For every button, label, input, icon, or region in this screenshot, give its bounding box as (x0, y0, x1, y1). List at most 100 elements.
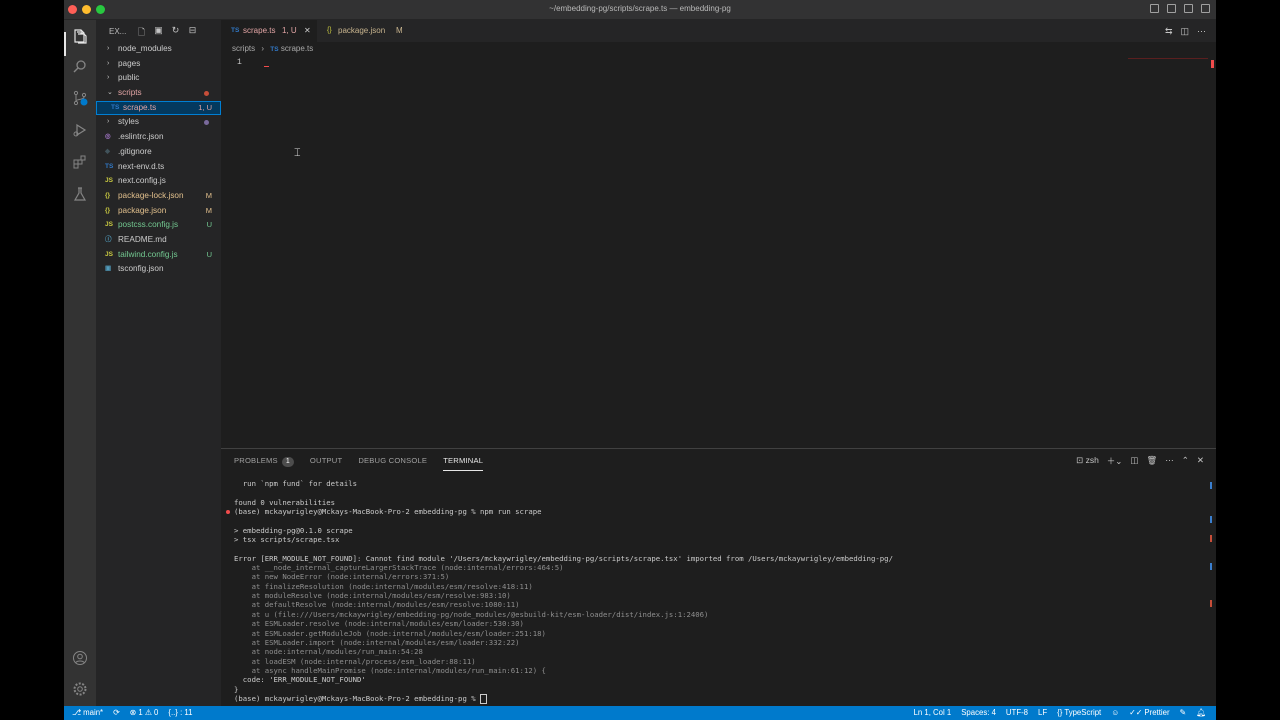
kill-terminal-icon[interactable]: 🗑 (1146, 455, 1157, 467)
prettier-status[interactable]: ✓✓ Prettier (1129, 706, 1169, 720)
breadcrumb-folder[interactable]: scripts (232, 44, 255, 53)
file-tree-item[interactable]: ⌄ scripts (96, 86, 221, 101)
file-tree-item[interactable]: ◎ .eslintrc.json (96, 130, 221, 145)
testing-icon[interactable] (72, 186, 88, 202)
file-tree-item[interactable]: ▣ tsconfig.json (96, 262, 221, 277)
collapse-all-icon[interactable]: ⊟ (187, 25, 198, 41)
run-debug-icon[interactable] (72, 122, 88, 138)
title-bar: ~/embedding-pg/scripts/scrape.ts — embed… (64, 0, 1216, 20)
tab-problems[interactable]: PROBLEMS 1 (234, 456, 294, 471)
tab-status: 1, U (282, 26, 297, 35)
breadcrumb-file[interactable]: scrape.ts (281, 44, 313, 53)
breadcrumb: scripts › TS scrape.ts (232, 44, 313, 53)
file-tree-item[interactable]: › node_modules (96, 42, 221, 57)
cursor-position[interactable]: Ln 1, Col 1 (914, 706, 952, 720)
file-tree-item[interactable]: ⓘ README.md (96, 233, 221, 248)
sync-icon[interactable]: ⟳ (113, 706, 120, 720)
file-tree-item[interactable]: {} package.json M (96, 204, 221, 219)
terminal-line: at finalizeResolution (node:internal/mod… (234, 581, 533, 591)
error-squiggle (264, 64, 269, 67)
branch-name: main* (83, 708, 104, 717)
feedback-icon[interactable]: ✎ (1180, 706, 1187, 720)
git-status-badge: U (206, 249, 212, 259)
file-tree-item[interactable]: › pages (96, 57, 221, 72)
chevron-right-icon: › (261, 44, 265, 53)
close-tab-icon[interactable]: ✕ (304, 20, 311, 42)
more-actions-icon[interactable]: ⋯ (1197, 26, 1206, 37)
notifications-bell-icon[interactable]: 🔔︎ (1196, 706, 1206, 720)
file-tree-item[interactable]: JS next.config.js (96, 174, 221, 189)
problems-indicator[interactable]: ⊗ 1 ⚠ 0 (130, 706, 159, 720)
file-tree-item[interactable]: JS postcss.config.js U (96, 218, 221, 233)
file-tree-label: styles (118, 117, 139, 127)
git-file-icon: ◆ (105, 147, 110, 155)
eslint-file-icon: ◎ (105, 133, 111, 141)
copilot-icon[interactable]: ☺ (1111, 706, 1119, 720)
terminal-line: found 0 vulnerabilities (234, 497, 336, 507)
tab-terminal[interactable]: TERMINAL (443, 456, 484, 471)
customize-layout-icon[interactable] (1201, 4, 1210, 13)
chevron-right-icon: › (107, 45, 110, 52)
split-editor-icon[interactable]: ◫ (1180, 26, 1189, 37)
json-file-icon: {} (105, 206, 111, 214)
toggle-panel-icon[interactable] (1167, 4, 1176, 13)
toggle-secondary-sidebar-icon[interactable] (1184, 4, 1193, 13)
braces-indicator[interactable]: {..} : 11 (168, 706, 192, 720)
md-file-icon: ⓘ (105, 235, 112, 243)
open-changes-icon[interactable]: ⇆ (1165, 26, 1173, 37)
new-terminal-icon[interactable]: ＋⌄ (1107, 455, 1123, 467)
tab-package-json[interactable]: {} package.json M (317, 20, 413, 42)
terminal-line: at new NodeError (node:internal/errors:3… (234, 572, 450, 582)
file-tree-item[interactable]: › public (96, 71, 221, 86)
maximize-panel-icon[interactable]: ⌃ (1182, 455, 1189, 467)
terminal-output[interactable]: run `npm fund` for details found 0 vulner… (226, 479, 1209, 704)
account-icon[interactable] (72, 650, 88, 666)
terminal-line: at node:internal/modules/run_main:54:28 (234, 647, 423, 657)
tab-debug-console[interactable]: DEBUG CONSOLE (358, 456, 427, 471)
search-icon[interactable] (72, 58, 88, 74)
settings-gear-icon[interactable] (72, 681, 88, 697)
file-tree-item[interactable]: {} package-lock.json M (96, 189, 221, 204)
chevron-down-icon: ⌄ (107, 89, 113, 97)
terminal-shell-selector[interactable]: ⊡ zsh (1076, 455, 1099, 467)
branch-indicator[interactable]: ⎇ main* (72, 706, 103, 720)
tab-label: package.json (338, 26, 386, 35)
source-control-icon[interactable] (72, 90, 88, 106)
git-status-badge: M (205, 205, 212, 215)
tab-output[interactable]: OUTPUT (310, 456, 342, 471)
explorer-icon[interactable] (72, 28, 88, 44)
git-status-badge: M (205, 190, 212, 200)
refresh-icon[interactable]: ↻ (170, 25, 181, 41)
tab-label: scrape.ts (243, 26, 276, 35)
terminal-line: code: 'ERR_MODULE_NOT_FOUND' (234, 675, 366, 685)
formatter-name: Prettier (1144, 708, 1170, 717)
terminal-line: > embedding-pg@0.1.0 scrape (234, 525, 353, 535)
encoding[interactable]: UTF-8 (1006, 706, 1028, 720)
file-tree-item[interactable]: TS scrape.ts 1, U (96, 100, 221, 116)
new-file-icon[interactable]: 🗋 (136, 25, 147, 41)
line-ending[interactable]: LF (1038, 706, 1047, 720)
language-mode[interactable]: {} TypeScript (1057, 706, 1101, 720)
terminal-line: > tsx scripts/scrape.tsx (234, 535, 340, 545)
new-folder-icon[interactable]: ▣ (153, 25, 164, 41)
file-tree-item[interactable]: ◆ .gitignore (96, 145, 221, 160)
shell-name: zsh (1085, 455, 1099, 465)
file-tree-item[interactable]: TS next-env.d.ts (96, 160, 221, 175)
file-tree-item[interactable]: JS tailwind.config.js U (96, 248, 221, 263)
split-terminal-icon[interactable]: ◫ (1130, 455, 1138, 467)
vscode-window: ~/embedding-pg/scripts/scrape.ts — embed… (64, 0, 1216, 720)
indentation[interactable]: Spaces: 4 (961, 706, 996, 720)
bottom-panel: PROBLEMS 1 OUTPUT DEBUG CONSOLE TERMINAL … (221, 448, 1216, 707)
file-tree-label: next-env.d.ts (118, 161, 165, 171)
minimap-error-marker (1128, 58, 1208, 59)
code-editor[interactable]: 1 ⌶ (221, 56, 1216, 446)
more-actions-icon[interactable]: ⋯ (1165, 455, 1174, 467)
extensions-icon[interactable] (72, 154, 88, 170)
toggle-sidebar-icon[interactable] (1150, 4, 1159, 13)
close-panel-icon[interactable]: ✕ (1197, 455, 1204, 467)
file-tree-item[interactable]: › styles (96, 115, 221, 130)
terminal-line: at u (file:///Users/mckaywrigley/embeddi… (234, 609, 709, 619)
tab-scrape-ts[interactable]: TS scrape.ts 1, U ✕ (221, 20, 317, 42)
